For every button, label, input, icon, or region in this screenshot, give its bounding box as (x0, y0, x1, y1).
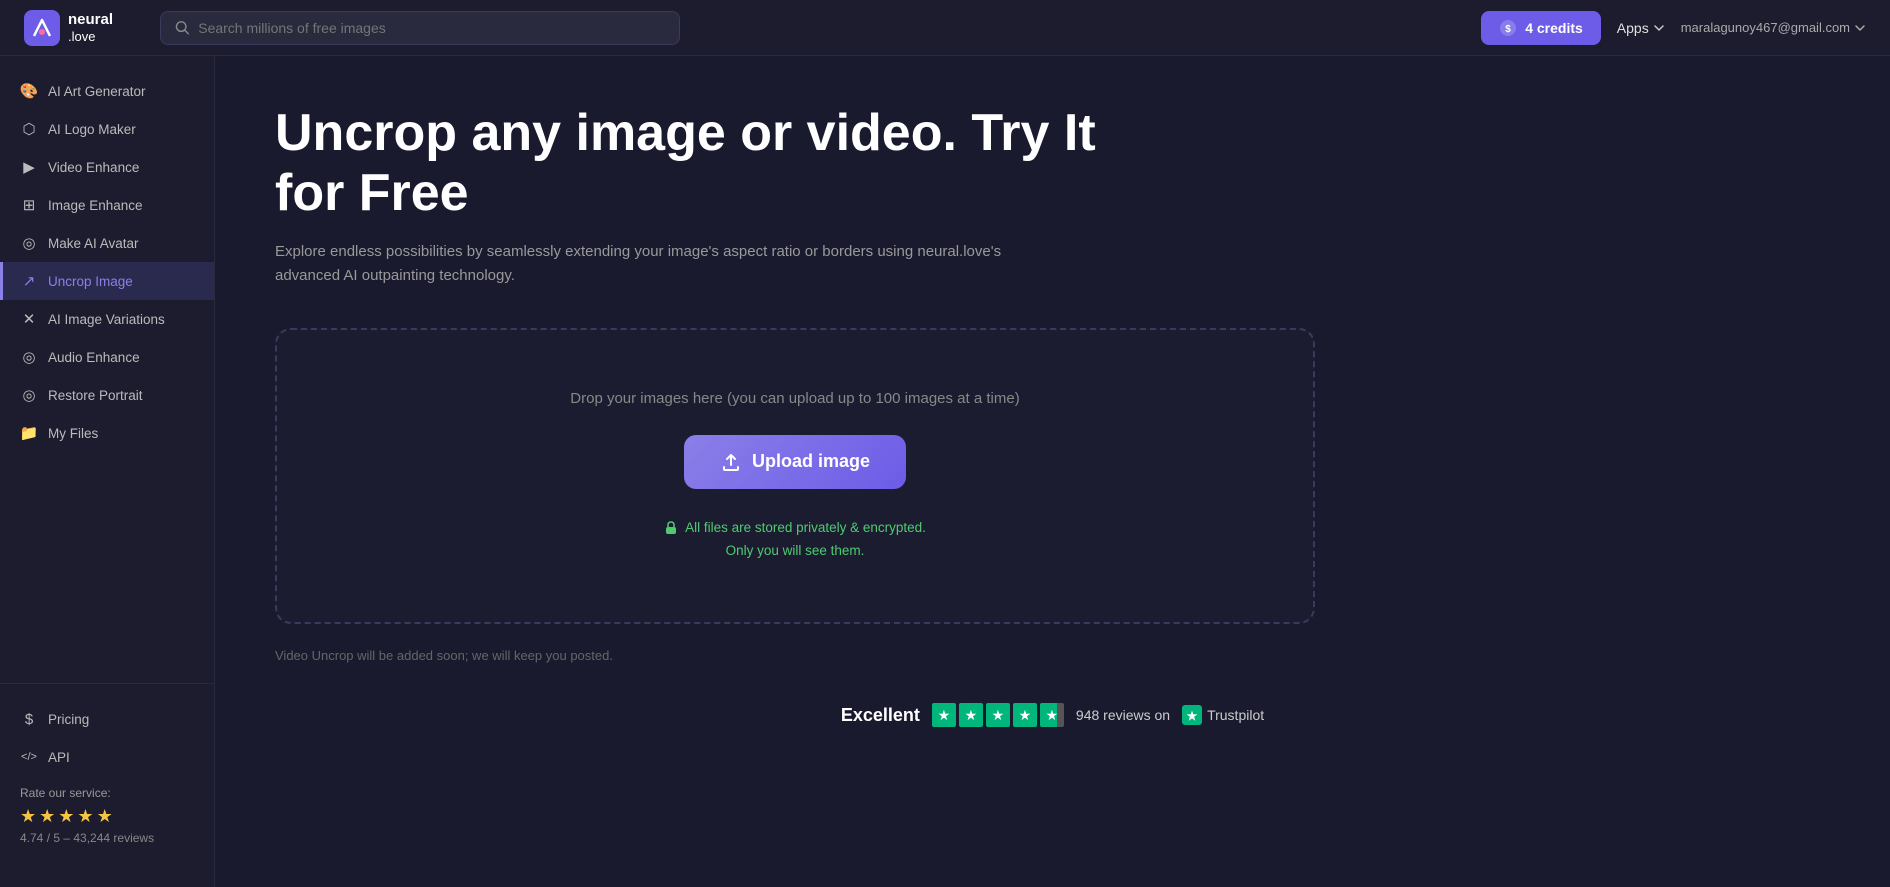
video-note: Video Uncrop will be added soon; we will… (275, 648, 1830, 663)
svg-text:★: ★ (1187, 709, 1198, 723)
sidebar-item-audio-enhance[interactable]: ◎ Audio Enhance (0, 338, 214, 376)
logo-text: neural.love (68, 11, 113, 45)
make-ai-avatar-icon: ◎ (20, 234, 38, 252)
header: neural.love $ 4 credits Apps maralagunoy… (0, 0, 1890, 56)
privacy-text: All files are stored privately & encrypt… (317, 517, 1273, 563)
sidebar-item-video-enhance[interactable]: ▶ Video Enhance (0, 148, 214, 186)
logo-icon (24, 10, 60, 46)
search-input[interactable] (198, 20, 665, 36)
chevron-down-icon-user (1854, 22, 1866, 34)
svg-text:$: $ (1505, 24, 1511, 35)
upload-icon (720, 451, 742, 473)
layout: 🎨 AI Art Generator ⬡ AI Logo Maker ▶ Vid… (0, 56, 1890, 887)
star-1[interactable]: ★ (20, 806, 36, 827)
tp-star-2: ★ (959, 703, 983, 727)
sidebar-item-my-files[interactable]: 📁 My Files (0, 414, 214, 452)
tp-star-1: ★ (932, 703, 956, 727)
trustpilot-stars: ★ ★ ★ ★ ★ (932, 703, 1064, 727)
sidebar: 🎨 AI Art Generator ⬡ AI Logo Maker ▶ Vid… (0, 56, 215, 887)
image-enhance-icon: ⊞ (20, 196, 38, 214)
rating-text: 4.74 / 5 – 43,244 reviews (20, 831, 194, 845)
star-4[interactable]: ★ (77, 806, 93, 827)
header-right: $ 4 credits Apps maralagunoy467@gmail.co… (1481, 11, 1866, 45)
audio-enhance-icon: ◎ (20, 348, 38, 366)
sidebar-item-make-ai-avatar[interactable]: ◎ Make AI Avatar (0, 224, 214, 262)
tp-star-4: ★ (1013, 703, 1037, 727)
sidebar-item-pricing[interactable]: $ Pricing (0, 700, 214, 738)
chevron-down-icon (1653, 22, 1665, 34)
uncrop-image-icon: ↗ (20, 272, 38, 290)
credits-icon: $ (1499, 19, 1517, 37)
dollar-icon: $ (20, 710, 38, 728)
ai-art-generator-icon: 🎨 (20, 82, 38, 100)
page-description: Explore endless possibilities by seamles… (275, 240, 1055, 288)
apps-button[interactable]: Apps (1617, 20, 1665, 36)
trustpilot-review-count: 948 reviews on (1076, 707, 1170, 723)
logo[interactable]: neural.love (24, 10, 144, 46)
search-bar (160, 11, 680, 45)
sidebar-item-restore-portrait[interactable]: ◎ Restore Portrait (0, 376, 214, 414)
main-content: Uncrop any image or video. Try It for Fr… (215, 56, 1890, 887)
sidebar-item-ai-logo-maker[interactable]: ⬡ AI Logo Maker (0, 110, 214, 148)
sidebar-item-ai-art-generator[interactable]: 🎨 AI Art Generator (0, 72, 214, 110)
user-email[interactable]: maralagunoy467@gmail.com (1681, 20, 1866, 35)
page-title: Uncrop any image or video. Try It for Fr… (275, 104, 1175, 224)
sidebar-item-uncrop-image[interactable]: ↗ Uncrop Image (0, 262, 214, 300)
rating-stars[interactable]: ★ ★ ★ ★ ★ (20, 806, 194, 827)
drop-text: Drop your images here (you can upload up… (317, 390, 1273, 407)
trustpilot-logo[interactable]: ★ Trustpilot (1182, 705, 1264, 725)
restore-portrait-icon: ◎ (20, 386, 38, 404)
rate-service: Rate our service: ★ ★ ★ ★ ★ 4.74 / 5 – 4… (0, 776, 214, 855)
search-icon (175, 20, 190, 36)
api-icon: </> (20, 748, 38, 766)
ai-image-variations-icon: ✕ (20, 310, 38, 328)
sidebar-item-image-enhance[interactable]: ⊞ Image Enhance (0, 186, 214, 224)
video-enhance-icon: ▶ (20, 158, 38, 176)
upload-area[interactable]: Drop your images here (you can upload up… (275, 328, 1315, 625)
upload-button[interactable]: Upload image (684, 435, 906, 489)
star-5[interactable]: ★ (97, 806, 113, 827)
star-3[interactable]: ★ (58, 806, 74, 827)
my-files-icon: 📁 (20, 424, 38, 442)
tp-star-5: ★ (1040, 703, 1064, 727)
excellent-label: Excellent (841, 705, 920, 726)
star-2[interactable]: ★ (39, 806, 55, 827)
sidebar-item-ai-image-variations[interactable]: ✕ AI Image Variations (0, 300, 214, 338)
ai-logo-maker-icon: ⬡ (20, 120, 38, 138)
tp-star-3: ★ (986, 703, 1010, 727)
trustpilot-section: Excellent ★ ★ ★ ★ ★ 948 reviews on ★ Tru… (275, 703, 1830, 727)
trustpilot-icon: ★ (1182, 705, 1202, 725)
sidebar-item-api[interactable]: </> API (0, 738, 214, 776)
credits-button[interactable]: $ 4 credits (1481, 11, 1601, 45)
sidebar-bottom: $ Pricing </> API Rate our service: ★ ★ … (0, 683, 214, 871)
lock-icon (664, 521, 678, 535)
